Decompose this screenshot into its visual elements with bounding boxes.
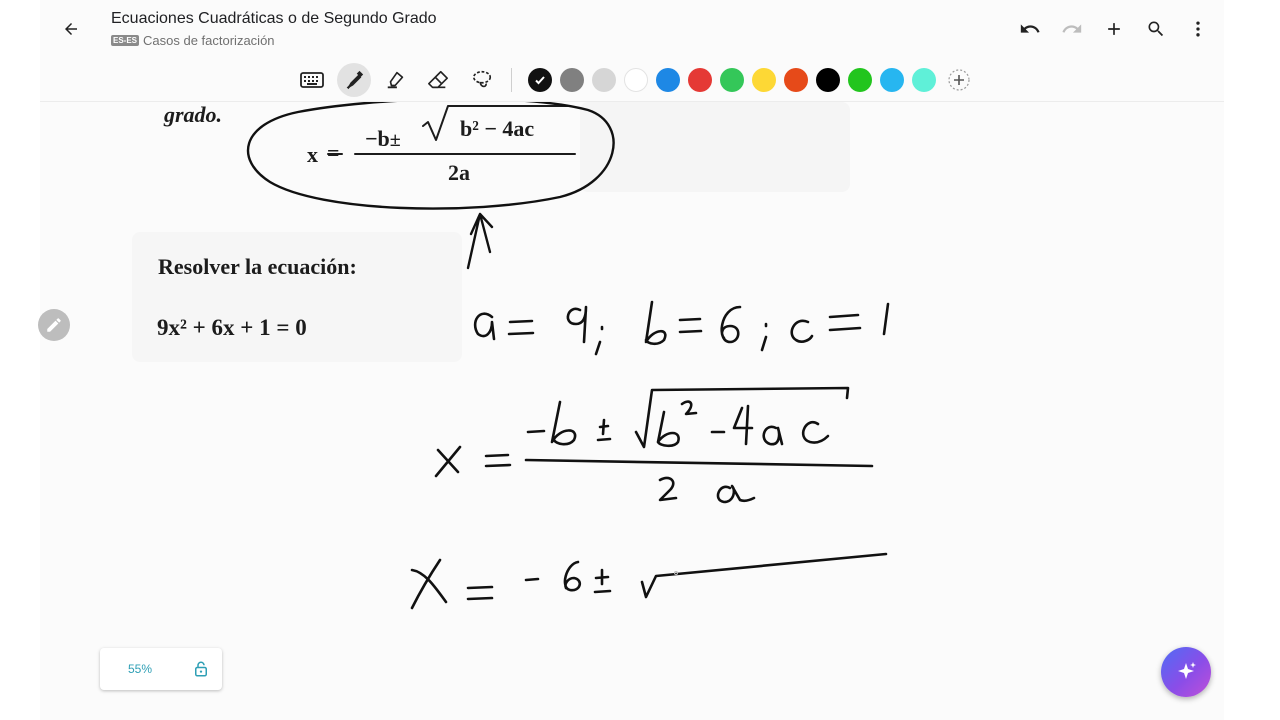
floating-pen-button[interactable] [38,309,70,341]
more-vert-icon [1196,21,1200,37]
left-margin [0,0,40,720]
ai-assistant-button[interactable] [1161,647,1211,697]
notebook-name[interactable]: Casos de factorización [143,33,275,48]
color-swatch[interactable] [528,68,552,92]
color-swatch[interactable] [880,68,904,92]
color-swatch[interactable] [912,68,936,92]
color-swatch[interactable] [816,68,840,92]
handwriting-layer [246,102,890,610]
note-canvas[interactable]: grado. x = −b± b² − 4ac 2a Resolver la e… [40,102,1224,720]
zoom-control: 55% [100,648,222,690]
ink-substitution [410,552,888,610]
color-swatch[interactable] [784,68,808,92]
color-swatch[interactable] [720,68,744,92]
color-swatch[interactable] [624,68,648,92]
toolbar-divider [511,68,512,92]
add-circle-icon [948,69,970,91]
notes-app: Ecuaciones Cuadráticas o de Segundo Grad… [40,0,1224,720]
zoom-level[interactable]: 55% [100,648,180,690]
lasso-icon [472,70,492,88]
top-app-bar: Ecuaciones Cuadráticas o de Segundo Grad… [40,0,1224,58]
edit-pencil-icon [47,318,61,332]
lasso-tool[interactable] [465,63,499,97]
redo-button[interactable] [1056,14,1088,44]
color-swatch[interactable] [752,68,776,92]
undo-button[interactable] [1014,14,1046,44]
color-swatch[interactable] [656,68,680,92]
header-actions [1014,14,1214,44]
sparkle-icon [1178,662,1196,679]
add-icon [1108,23,1120,35]
color-swatch[interactable] [688,68,712,92]
page-title: Ecuaciones Cuadráticas o de Segundo Grad… [111,10,437,27]
search-icon [1148,21,1164,37]
color-swatch[interactable] [848,68,872,92]
add-button[interactable] [1098,14,1130,44]
color-swatch[interactable] [592,68,616,92]
color-swatch[interactable] [560,68,584,92]
ink-coefficients [473,300,890,356]
keyboard-icon [300,72,324,88]
language-badge: ES-ES [111,35,140,46]
highlighter-icon [387,71,404,89]
ink-formula-circle [246,102,615,210]
undo-icon [1020,24,1040,33]
back-button[interactable] [56,14,86,44]
lock-button[interactable] [186,654,216,684]
eraser-tool[interactable] [421,63,455,97]
ink-quadratic-formula [434,386,874,504]
pen-icon [346,70,364,90]
check-icon [535,76,545,85]
keyboard-tool[interactable] [295,63,329,97]
search-button[interactable] [1140,14,1172,44]
more-options-button[interactable] [1182,14,1214,44]
back-arrow-icon [65,23,77,35]
lock-open-icon [195,661,207,677]
eraser-icon [428,70,448,89]
ink-arrow [466,212,494,270]
highlighter-tool[interactable] [379,63,413,97]
breadcrumb: ES-ES Casos de factorización [111,33,275,48]
redo-icon [1062,24,1082,33]
right-margin [1224,0,1280,720]
formula-print-strokes [327,105,576,155]
pen-tool[interactable] [337,63,371,97]
add-color-button[interactable] [946,67,972,93]
